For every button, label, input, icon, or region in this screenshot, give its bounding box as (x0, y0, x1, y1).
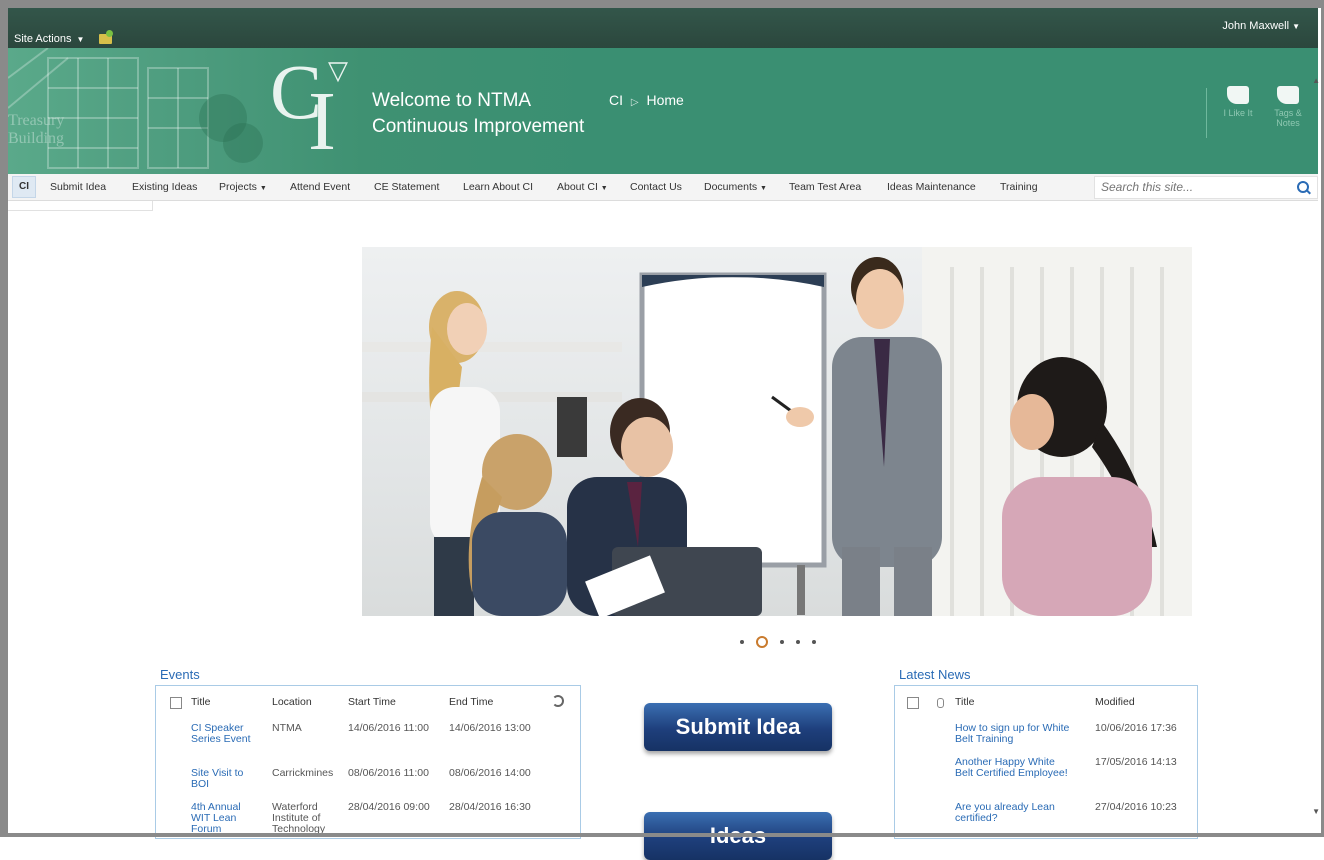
top-bar: Site Actions ▼ John Maxwell ▼ (8, 8, 1318, 48)
scroll-down-icon[interactable]: ▼ (1312, 807, 1320, 816)
carousel-dot-2[interactable] (756, 636, 768, 648)
refresh-icon[interactable] (552, 695, 564, 707)
event-location: Carrickmines (272, 767, 334, 779)
event-title-link[interactable]: 4th Annual WIT Lean Forum (191, 802, 261, 835)
site-actions-menu[interactable]: Site Actions ▼ (14, 30, 114, 45)
nav-item-ci[interactable]: CI (12, 176, 36, 198)
news-modified: 17/05/2016 14:13 (1095, 756, 1177, 768)
breadcrumb-root[interactable]: CI (609, 92, 623, 108)
column-end-time[interactable]: End Time (449, 696, 493, 708)
news-modified: 10/06/2016 17:36 (1095, 722, 1177, 734)
chevron-down-icon: ▼ (1292, 22, 1300, 31)
scroll-up-icon[interactable]: ▲ (1312, 76, 1320, 85)
column-title[interactable]: Title (191, 696, 210, 708)
banner-divider (1206, 88, 1207, 138)
building-graphic (8, 48, 263, 169)
event-start: 08/06/2016 11:00 (348, 767, 429, 779)
events-title[interactable]: Events (160, 667, 200, 682)
chevron-down-icon: ▼ (259, 185, 267, 192)
column-modified[interactable]: Modified (1095, 696, 1135, 708)
event-location: NTMA (272, 722, 302, 734)
event-title-link[interactable]: CI Speaker Series Event (191, 723, 261, 745)
quick-launch-placeholder (8, 201, 153, 211)
breadcrumb: CI ▷ Home (609, 92, 684, 108)
column-location[interactable]: Location (272, 696, 312, 708)
ideas-button[interactable]: Ideas (644, 812, 832, 860)
user-menu[interactable]: John Maxwell ▼ (1222, 20, 1300, 32)
event-start: 14/06/2016 11:00 (348, 722, 429, 734)
nav-item-projects[interactable]: Projects ▼ (219, 181, 267, 193)
latest-news-title[interactable]: Latest News (899, 667, 971, 682)
submit-idea-button[interactable]: Submit Idea (644, 703, 832, 751)
events-webpart: Title Location Start Time End Time CI Sp… (155, 685, 581, 839)
user-name: John Maxwell (1222, 20, 1290, 32)
carousel-dot-3[interactable] (780, 640, 784, 644)
navigate-up-icon[interactable] (99, 30, 114, 44)
site-actions-label: Site Actions (14, 33, 72, 45)
tags-notes-button[interactable]: Tags & Notes (1270, 86, 1306, 128)
event-title-link[interactable]: Site Visit to BOI (191, 768, 261, 790)
site-search (1094, 176, 1318, 199)
attachment-icon (937, 698, 944, 708)
site-title-line2: Continuous Improvement (372, 116, 585, 137)
nav-item-about-ci[interactable]: About CI ▼ (557, 181, 608, 193)
chevron-down-icon: ▼ (760, 185, 767, 192)
news-title-link[interactable]: Are you already Lean certified? (955, 802, 1071, 824)
nav-item-training[interactable]: Training (1000, 181, 1038, 193)
breadcrumb-separator-icon: ▷ (630, 97, 639, 108)
select-all-checkbox[interactable] (170, 697, 182, 709)
news-modified: 27/04/2016 10:23 (1095, 801, 1177, 813)
search-input[interactable] (1095, 177, 1287, 196)
column-title[interactable]: Title (955, 696, 974, 708)
column-start-time[interactable]: Start Time (348, 696, 396, 708)
nav-item-learn-about-ci[interactable]: Learn About CI (463, 181, 533, 193)
nav-item-ideas-maintenance[interactable]: Ideas Maintenance (887, 181, 976, 193)
note-icon (1277, 86, 1299, 104)
nav-item-existing-ideas[interactable]: Existing Ideas (132, 181, 197, 193)
nav-item-documents-label: Documents (704, 181, 758, 193)
nav-item-about-ci-label: About CI (557, 181, 598, 193)
event-end: 14/06/2016 13:00 (449, 722, 531, 734)
logo-letter-i: I (308, 75, 336, 168)
site-title[interactable]: Welcome to NTMA Continuous Improvement (372, 88, 584, 140)
top-navigation: CI Submit Idea Existing Ideas Projects ▼… (8, 174, 1318, 201)
carousel-dot-1[interactable] (740, 640, 744, 644)
carousel-dot-5[interactable] (812, 640, 816, 644)
nav-item-projects-label: Projects (219, 181, 257, 193)
tags-notes-label: Tags & Notes (1274, 108, 1302, 128)
latest-news-webpart: Title Modified How to sign up for White … (894, 685, 1198, 839)
chevron-down-icon: ▼ (76, 34, 85, 44)
treasury-building-text: Treasury Building (8, 112, 64, 148)
treasury-text-line1: Treasury (8, 112, 65, 129)
carousel-pager (740, 636, 816, 648)
carousel-slide-image (362, 247, 1192, 616)
breadcrumb-current: Home (646, 92, 684, 108)
chevron-down-icon: ▼ (600, 185, 608, 192)
nav-item-ce-statement[interactable]: CE Statement (374, 181, 439, 193)
event-location: Waterford Institute of Technology (272, 801, 326, 835)
event-end: 28/04/2016 16:30 (449, 801, 531, 813)
treasury-text-line2: Building (8, 130, 65, 147)
event-start: 28/04/2016 09:00 (348, 801, 430, 813)
nav-item-submit-idea[interactable]: Submit Idea (50, 181, 106, 193)
i-like-it-button[interactable]: I Like It (1220, 86, 1256, 118)
nav-item-team-test-area[interactable]: Team Test Area (789, 181, 861, 193)
news-title-link[interactable]: How to sign up for White Belt Training (955, 723, 1071, 745)
meeting-illustration (362, 247, 1192, 616)
site-title-line1: Welcome to NTMA (372, 90, 532, 111)
event-end: 08/06/2016 14:00 (449, 767, 531, 779)
tag-icon (1227, 86, 1249, 104)
site-banner: Treasury Building C ▽ I Welcome to NTMA … (8, 48, 1318, 174)
nav-item-documents[interactable]: Documents ▼ (704, 181, 767, 193)
search-icon[interactable] (1297, 181, 1309, 193)
nav-item-attend-event[interactable]: Attend Event (290, 181, 350, 193)
select-all-checkbox[interactable] (907, 697, 919, 709)
news-title-link[interactable]: Another Happy White Belt Certified Emplo… (955, 757, 1071, 779)
i-like-it-label: I Like It (1223, 108, 1253, 118)
nav-item-contact-us[interactable]: Contact Us (630, 181, 682, 193)
carousel-dot-4[interactable] (796, 640, 800, 644)
